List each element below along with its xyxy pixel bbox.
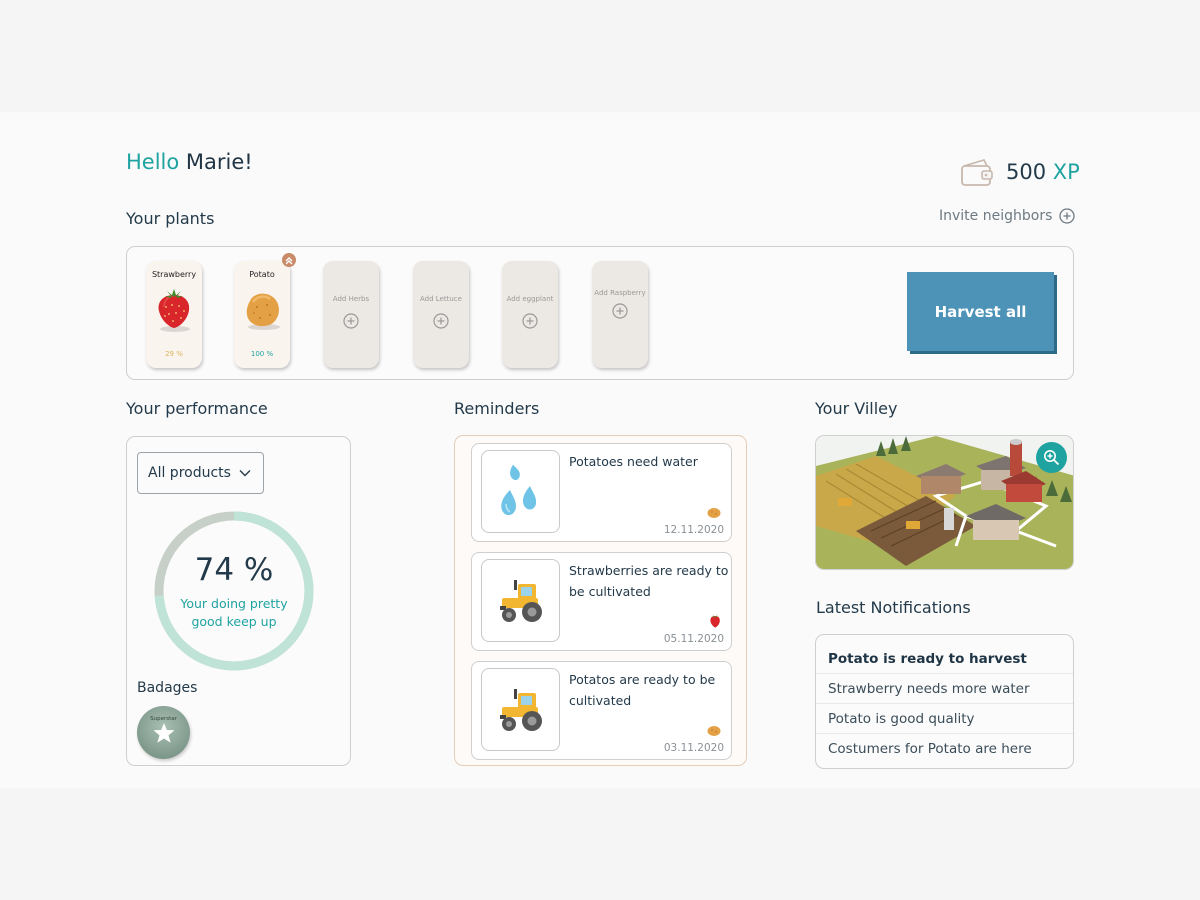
harvest-all-button[interactable]: Harvest all [907,272,1054,351]
invite-neighbors-link[interactable]: Invite neighbors [939,208,1076,224]
filter-value: All products [148,465,231,481]
plus-circle-icon [343,313,359,329]
performance-donut [154,511,314,671]
add-slot-label: Add Lettuce [420,295,462,303]
strawberry-icon [710,614,720,628]
reminders-title: Reminders [454,399,540,418]
add-lettuce-slot[interactable]: Add Lettuce [413,261,469,368]
plant-progress: 100 % [250,350,274,358]
village-title: Your Villey [815,399,898,418]
plant-progress: 29 % [165,350,183,358]
user-name: Marie! [185,150,253,174]
plant-name: Potato [249,270,275,279]
reminder-date: 03.11.2020 [663,742,724,754]
chevron-down-icon [239,470,251,477]
village-map[interactable] [815,435,1074,570]
plant-name: Strawberry [151,270,197,279]
reminder-text: Potatos are ready to be cultivated [569,672,716,708]
notification-item[interactable]: Costumers for Potato are here [816,734,1073,764]
reminder-thumbnail [481,559,560,642]
potato-icon [707,726,721,736]
plant-card-potato[interactable]: Potato 100 % [234,253,296,368]
add-slot-label: Add Raspberry [594,289,646,297]
greeting: Hello Marie! [126,150,253,174]
xp-counter: 500 XP [1006,160,1080,184]
add-slot-label: Add Herbs [332,295,370,303]
reminder-card[interactable]: Potatoes need water 12.11.2020 [471,443,732,542]
wallet-icon [961,159,993,186]
reminder-text: Strawberries are ready to be cultivated [569,563,729,599]
zoom-in-button[interactable] [1036,442,1067,473]
plus-circle-icon [1059,208,1076,224]
reminder-thumbnail [481,668,560,751]
plus-circle-icon [612,303,628,319]
xp-value: 500 [1006,160,1047,184]
superstar-badge[interactable]: Superstar [137,706,190,759]
notification-item[interactable]: Strawberry needs more water [816,674,1073,704]
plants-title: Your plants [126,209,215,228]
notifications-title: Latest Notifications [816,598,971,617]
strawberry-icon [158,289,190,332]
reminder-text: Potatoes need water [569,454,698,469]
notifications-panel: Potato is ready to harvest Strawberry ne… [815,634,1074,769]
plus-circle-icon [522,313,538,329]
greeting-word: Hello [126,150,180,174]
reminder-card[interactable]: Potatos are ready to be cultivated 03.11… [471,661,732,760]
reminder-date: 12.11.2020 [663,524,724,536]
badges-title: Badages [137,680,198,696]
upgrade-badge-icon [282,253,296,267]
star-icon [153,723,174,743]
zoom-in-icon [1044,450,1060,466]
notification-item[interactable]: Potato is ready to harvest [816,644,1073,674]
xp-unit: XP [1052,160,1080,184]
reminder-card[interactable]: Strawberries are ready to be cultivated … [471,552,732,651]
performance-panel: All products 74 % Your doing pretty good… [126,436,351,766]
potato-icon [246,293,280,330]
performance-title: Your performance [126,399,268,418]
add-raspberry-slot[interactable]: Add Raspberry [592,261,648,368]
plants-panel: Strawberry 29 % Potato 100 % Add Herbs A… [126,246,1074,380]
product-filter-select[interactable]: All products [137,452,264,494]
reminder-date: 05.11.2020 [663,633,724,645]
notification-item[interactable]: Potato is good quality [816,704,1073,734]
invite-label: Invite neighbors [939,208,1053,224]
water-drops-icon [500,463,536,515]
performance-message: Your doing pretty good keep up [180,596,288,629]
tractor-icon [499,579,542,622]
reminder-thumbnail [481,450,560,533]
plus-circle-icon [433,313,449,329]
add-eggplant-slot[interactable]: Add eggplant [502,261,558,368]
tractor-icon [499,688,542,731]
add-slot-label: Add eggplant [506,295,554,303]
add-herbs-slot[interactable]: Add Herbs [323,261,379,368]
performance-percent: 74 % [194,552,274,588]
plant-card-strawberry[interactable]: Strawberry 29 % [146,261,202,368]
reminders-panel: Potatoes need water 12.11.2020 Strawberr… [454,435,747,766]
potato-icon [707,508,721,518]
